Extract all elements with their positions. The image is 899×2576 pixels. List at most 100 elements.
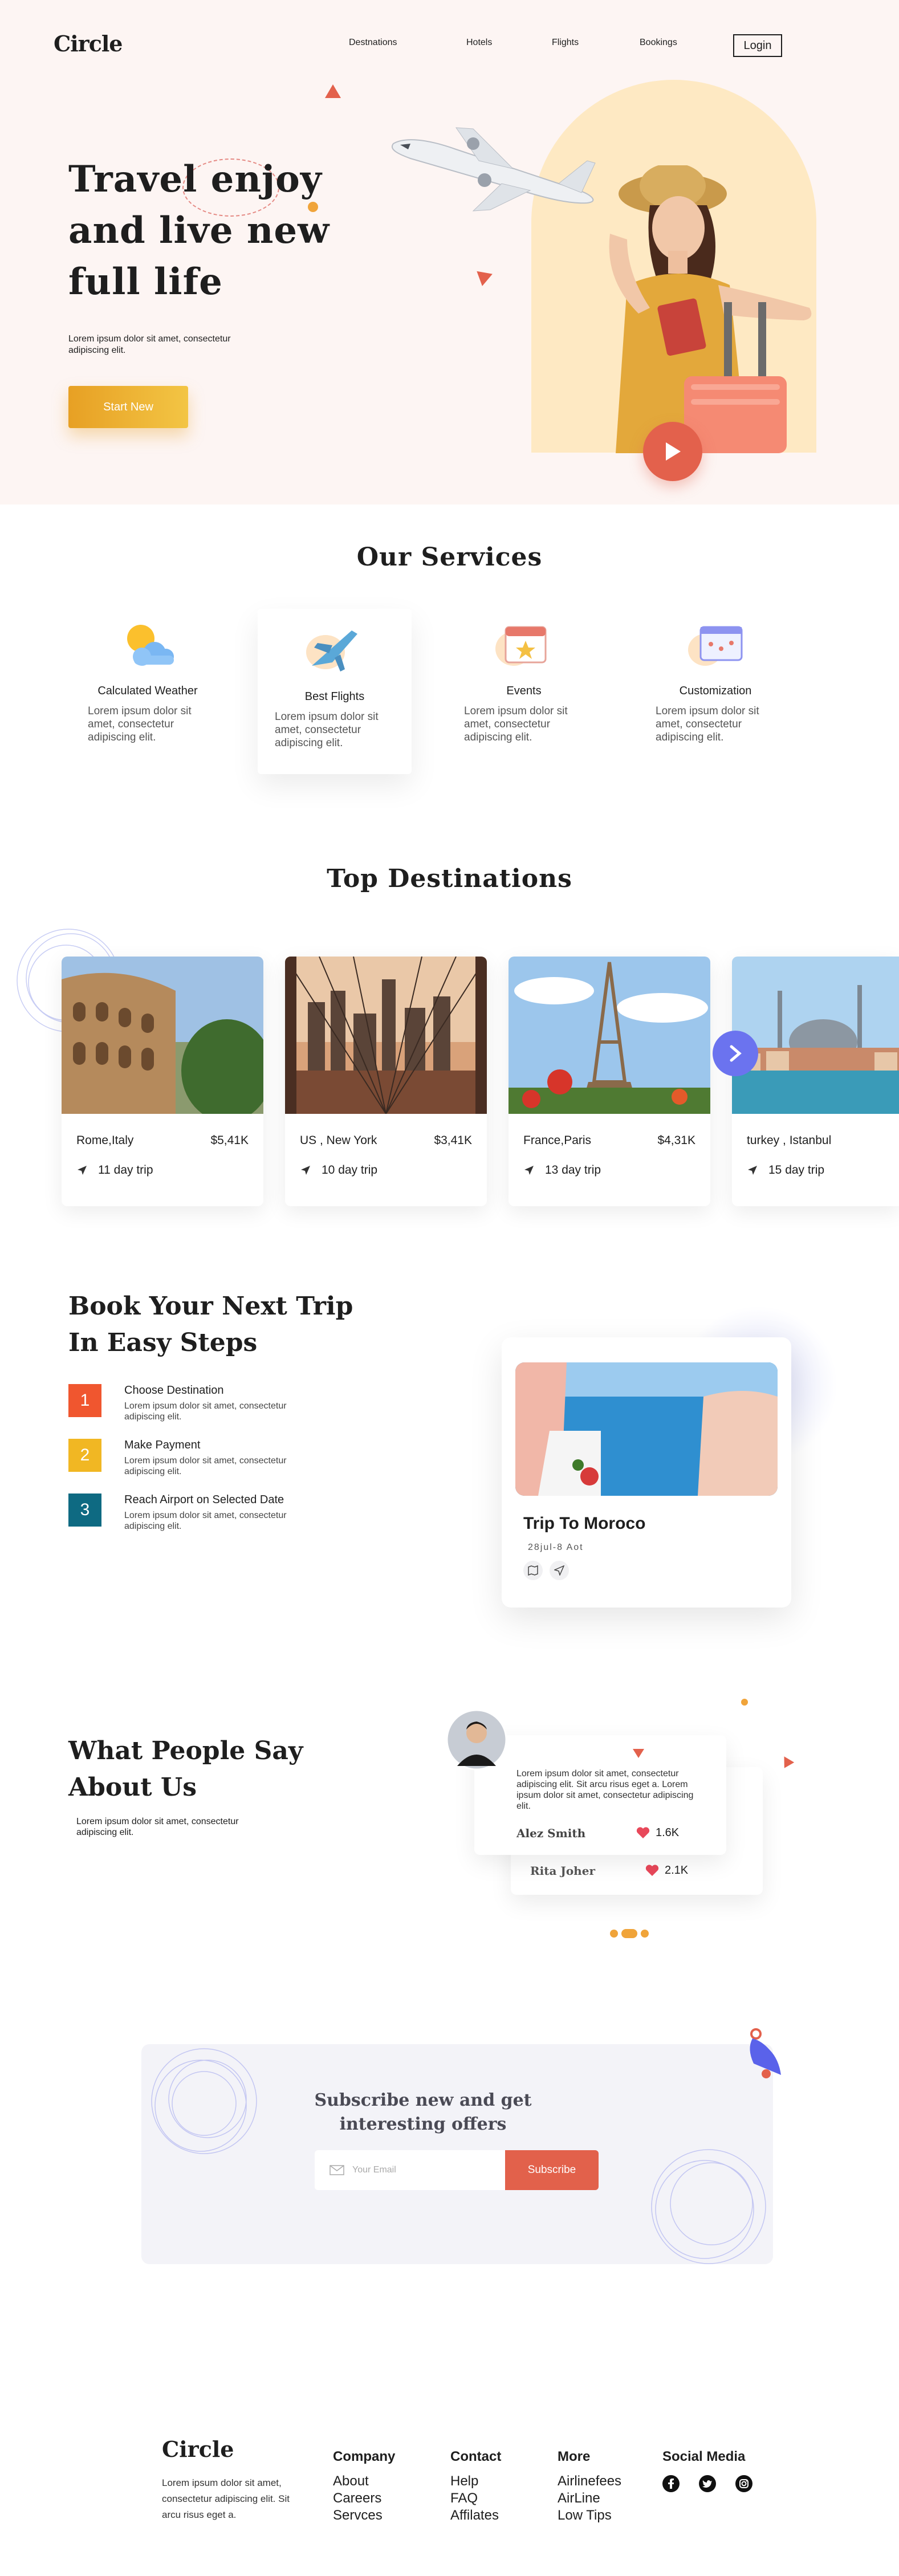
footer-column-title: Contact: [450, 2449, 502, 2464]
footer-column-contact: Contact Help FAQ Affilates: [450, 2449, 501, 2524]
step-title: Make Payment: [124, 1439, 201, 1451]
footer-link[interactable]: Help: [450, 2473, 501, 2490]
testimonials-title: What People Say About Us: [68, 1733, 303, 1806]
footer-description: Lorem ipsum dolor sit amet, consectetur …: [162, 2477, 290, 2520]
book-steps-title-line: Book Your Next Trip: [68, 1292, 353, 1321]
send-icon: [554, 1565, 564, 1576]
airplane-icon: [306, 630, 357, 672]
footer-link[interactable]: Low Tips: [558, 2507, 621, 2524]
service-description: Lorem ipsum dolor sit amet, consectetur …: [275, 711, 379, 749]
chevron-right-icon: [730, 1045, 742, 1062]
destinations-title: Top Destinations: [327, 864, 572, 893]
heart-icon: [645, 1865, 659, 1876]
start-new-button[interactable]: Start New: [68, 386, 188, 428]
destination-trip-length: 15 day trip: [768, 1163, 825, 1177]
service-title: Best Flights: [304, 690, 365, 703]
paris-image: [509, 957, 710, 1114]
service-title: Customization: [679, 685, 752, 697]
destination-price: $4,31K: [657, 1134, 695, 1147]
destination-place: Rome,Italy: [76, 1134, 134, 1147]
hero-subtitle: Lorem ipsum dolor sit amet, consectetur …: [68, 334, 231, 355]
step-title: Reach Airport on Selected Date: [124, 1493, 284, 1506]
footer-logo[interactable]: Circle: [162, 2436, 234, 2462]
facebook-icon[interactable]: [662, 2475, 680, 2492]
testimonial-card[interactable]: Lorem ipsum dolor sit amet, consectetur …: [474, 1735, 726, 1855]
destination-card[interactable]: France,Paris $4,31K 13 day trip: [509, 957, 710, 1206]
circle-pattern-decoration: [151, 2048, 257, 2154]
nav-flights[interactable]: Flights: [552, 38, 579, 48]
destination-card[interactable]: Rome,Italy $5,41K 11 day trip: [62, 957, 263, 1206]
footer-column-title: Company: [333, 2449, 396, 2464]
footer-column-company: Company About Careers Servces: [333, 2449, 395, 2524]
login-button[interactable]: Login: [733, 34, 782, 57]
step-description: Lorem ipsum dolor sit amet, consectetur …: [124, 1511, 287, 1531]
step-item: 3 Reach Airport on Selected Date Lorem ip…: [68, 1493, 307, 1532]
likes-count: 1.6K: [636, 1826, 679, 1840]
step-description: Lorem ipsum dolor sit amet, consectetur …: [124, 1401, 287, 1422]
destination-trip-length: 10 day trip: [322, 1163, 378, 1177]
step-title: Choose Destination: [124, 1384, 224, 1397]
weather-icon: [127, 625, 174, 666]
triangle-decoration: [474, 271, 493, 288]
service-description: Lorem ipsum dolor sit amet, consectetur …: [656, 705, 759, 743]
service-title: Events: [506, 685, 542, 697]
calendar-icon: [495, 626, 547, 666]
carousel-dot-active[interactable]: [621, 1929, 637, 1938]
email-field[interactable]: Your Email: [315, 2150, 506, 2190]
service-title: Calculated Weather: [97, 685, 198, 697]
hero-title-line: Travel enjoy: [68, 158, 322, 201]
footer-column-social: Social Media: [662, 2449, 752, 2492]
carousel-dots[interactable]: [610, 1929, 649, 1938]
footer-link[interactable]: FAQ: [450, 2490, 501, 2507]
service-card[interactable]: Customization Lorem ipsum dolor sit amet…: [638, 603, 792, 768]
heart-icon: [636, 1827, 650, 1838]
nav-bookings[interactable]: Bookings: [640, 38, 677, 48]
twitter-icon[interactable]: [699, 2475, 716, 2492]
nav-hotels[interactable]: Hotels: [466, 38, 492, 48]
testimonials-description: Lorem ipsum dolor sit amet, consectetur …: [76, 1817, 239, 1837]
avatar: [446, 1709, 507, 1771]
footer-link[interactable]: Servces: [333, 2507, 395, 2524]
logo[interactable]: Circle: [54, 31, 123, 56]
next-destination-button[interactable]: [713, 1031, 758, 1076]
footer-link[interactable]: Affilates: [450, 2507, 501, 2524]
play-video-button[interactable]: [643, 422, 702, 481]
destination-place: US , New York: [300, 1134, 377, 1147]
destination-price: $3,41K: [434, 1134, 472, 1147]
instagram-icon[interactable]: [735, 2475, 752, 2492]
carousel-dot[interactable]: [641, 1930, 649, 1938]
new-york-image: [285, 957, 487, 1114]
service-card[interactable]: Best Flights Lorem ipsum dolor sit amet,…: [258, 609, 412, 774]
destination-card[interactable]: US , New York $3,41K 10 day trip: [285, 957, 487, 1206]
subscribe-title-line: interesting offers: [339, 2114, 507, 2134]
subscribe-button[interactable]: Subscribe: [505, 2150, 599, 2190]
footer-link[interactable]: AirLine: [558, 2490, 621, 2507]
nav-destinations[interactable]: Destnations: [349, 38, 397, 48]
bell-icon: [750, 2028, 781, 2078]
step-item: 2 Make Payment Lorem ipsum dolor sit amet…: [68, 1439, 307, 1477]
book-steps-title-line: In Easy Steps: [68, 1328, 258, 1357]
testimonial-name: Rita Joher: [530, 1864, 595, 1878]
book-steps-title: Book Your Next Trip In Easy Steps: [68, 1288, 353, 1361]
traveler-woman-image: [609, 165, 812, 453]
destination-card[interactable]: turkey , Istanbul 15 day trip: [732, 957, 899, 1206]
likes-count: 2.1K: [645, 1864, 688, 1877]
carousel-dot[interactable]: [610, 1930, 618, 1938]
map-button[interactable]: [523, 1561, 543, 1580]
send-button[interactable]: [550, 1561, 569, 1580]
hero-title-line: full life: [68, 261, 223, 303]
service-card[interactable]: Calculated Weather Lorem ipsum dolor sit…: [71, 603, 225, 768]
triangle-decoration: [325, 84, 341, 98]
footer-column-more: More Airlinefees AirLine Low Tips: [558, 2449, 621, 2524]
map-icon: [528, 1565, 538, 1576]
likes-value: 2.1K: [665, 1864, 689, 1877]
navigation-arrow-icon: [301, 1166, 310, 1175]
trip-card[interactable]: Trip To Moroco 28jul-8 Aot: [502, 1337, 791, 1608]
footer-column-title: More: [558, 2449, 591, 2464]
destination-place: France,Paris: [523, 1134, 592, 1147]
service-card[interactable]: Events Lorem ipsum dolor sit amet, conse…: [447, 603, 601, 768]
footer-link[interactable]: About: [333, 2473, 395, 2490]
footer-link[interactable]: Airlinefees: [558, 2473, 621, 2490]
footer-link[interactable]: Careers: [333, 2490, 395, 2507]
destination-price: $5,41K: [210, 1134, 249, 1147]
